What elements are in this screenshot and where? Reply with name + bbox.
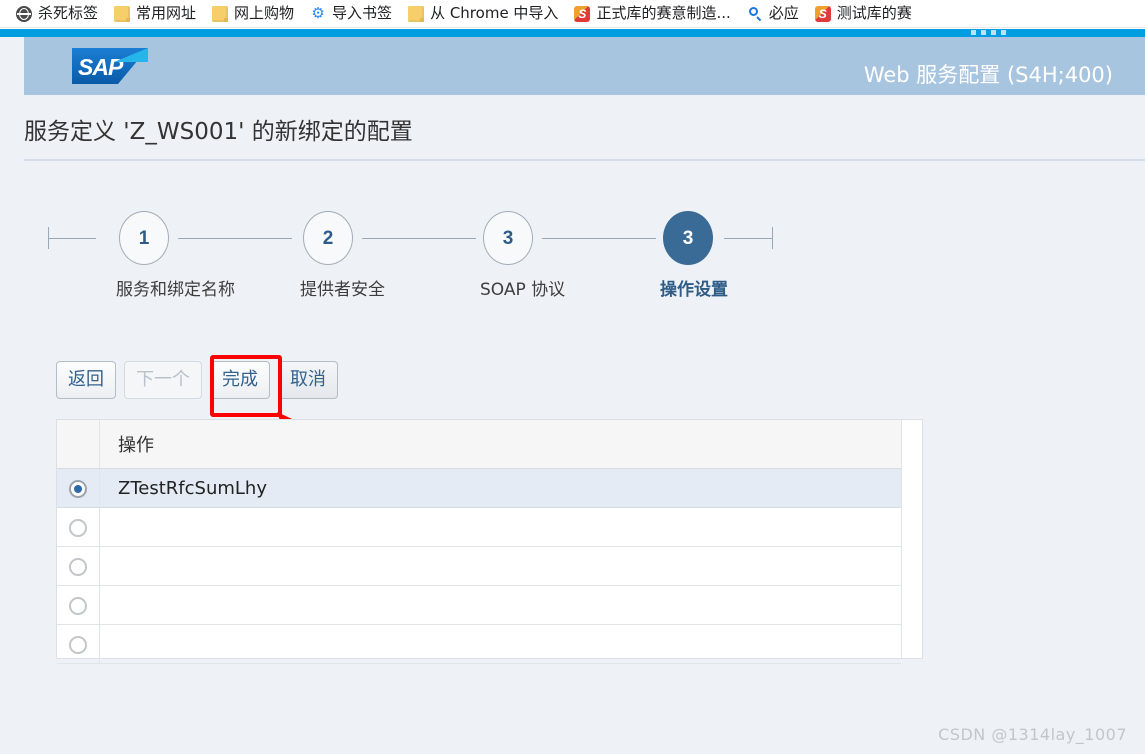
cancel-button[interactable]: 取消 (278, 361, 338, 399)
operations-table-grid: 操作 ZTestRfcSumLhy (57, 420, 902, 664)
wizard-step-number: 3 (483, 211, 533, 265)
finish-button[interactable]: 完成 (210, 361, 270, 399)
bookmark-item-6[interactable]: 必应 (739, 4, 807, 24)
wizard-step-number: 3 (663, 211, 713, 265)
bookmark-item-2[interactable]: 网上购物 (204, 4, 302, 24)
table-vertical-scrollbar[interactable] (901, 420, 922, 658)
shell-header: SAP Web 服务配置 (S4H;400) (24, 37, 1145, 95)
roadmap-connector (362, 238, 476, 239)
application-title: Web 服务配置 (S4H;400) (863, 63, 1113, 87)
row-operation-cell: ZTestRfcSumLhy (99, 468, 902, 508)
sap-shortcut-icon (574, 5, 591, 22)
bookmark-item-4[interactable]: 从 Chrome 中导入 (400, 4, 566, 24)
sap-logo: SAP (72, 48, 148, 84)
table-row[interactable]: ZTestRfcSumLhy (57, 468, 902, 508)
bookmark-label: 正式库的赛意制造... (596, 4, 731, 22)
wizard-step-1[interactable]: 1 服务和绑定名称 (116, 211, 235, 300)
shell-accent-bar (0, 29, 1145, 37)
row-select-cell[interactable] (57, 585, 100, 625)
table-row[interactable] (57, 507, 902, 547)
bookmark-item-5[interactable]: 正式库的赛意制造... (566, 4, 738, 24)
bookmark-label: 必应 (768, 4, 799, 22)
sap-application-shell: SAP Web 服务配置 (S4H;400) 服务定义 'Z_WS001' 的新… (0, 29, 1145, 754)
operations-table: 操作 ZTestRfcSumLhy (56, 419, 923, 664)
wizard-step-2[interactable]: 2 提供者安全 (300, 211, 385, 300)
browser-bookmarks-bar: 杀死标签 常用网址 网上购物 ⚙ 导入书签 从 Chrome 中导入 正式库的赛… (0, 0, 1145, 28)
watermark: CSDN @1314lay_1007 (938, 725, 1127, 744)
wizard-button-toolbar: 返回 下一个 完成 取消 (56, 361, 338, 399)
table-header-row: 操作 (57, 420, 902, 469)
wizard-step-label: 服务和绑定名称 (116, 280, 235, 300)
next-button: 下一个 (124, 361, 202, 399)
row-operation-cell (99, 585, 902, 625)
row-operation-cell (99, 507, 902, 547)
table-row[interactable] (57, 546, 902, 586)
roadmap-connector (542, 238, 656, 239)
page-title: 服务定义 'Z_WS001' 的新绑定的配置 (24, 119, 413, 145)
bookmark-label: 杀死标签 (38, 4, 99, 22)
bookmark-label: 导入书签 (332, 4, 393, 22)
select-column-header (57, 420, 100, 469)
row-radio-button[interactable] (69, 479, 87, 498)
wizard-step-number: 2 (303, 211, 353, 265)
bookmark-item-1[interactable]: 常用网址 (106, 4, 204, 24)
roadmap-end-cap (772, 227, 773, 249)
bookmark-label: 从 Chrome 中导入 (430, 4, 559, 22)
folder-icon (114, 5, 131, 22)
row-operation-cell (99, 624, 902, 664)
row-radio-button[interactable] (69, 596, 87, 615)
row-radio-button[interactable] (69, 557, 87, 576)
bookmark-label: 测试库的赛 (836, 4, 912, 22)
roadmap-connector (48, 238, 96, 239)
row-select-cell[interactable] (57, 546, 100, 586)
search-icon (747, 6, 763, 22)
wizard-step-4[interactable]: 3 操作设置 (660, 211, 728, 300)
wizard-step-3[interactable]: 3 SOAP 协议 (480, 211, 566, 300)
sap-shortcut-icon (814, 5, 831, 22)
row-select-cell[interactable] (57, 624, 100, 664)
globe-icon (16, 5, 32, 22)
bookmark-item-7[interactable]: 测试库的赛 (807, 4, 920, 24)
row-operation-cell (99, 546, 902, 586)
operation-column-header: 操作 (99, 420, 902, 469)
page-title-bar: 服务定义 'Z_WS001' 的新绑定的配置 (0, 103, 1145, 155)
wizard-roadmap: 1 服务和绑定名称 2 提供者安全 3 SOAP 协议 3 操作设置 (48, 199, 798, 309)
roadmap-connector (178, 238, 292, 239)
bookmark-label: 网上购物 (234, 4, 295, 22)
title-separator (24, 159, 1145, 161)
logo-cyan-wedge (114, 48, 148, 62)
row-select-cell[interactable] (57, 507, 100, 547)
row-radio-button[interactable] (69, 518, 87, 537)
table-row[interactable] (57, 624, 902, 664)
folder-icon (212, 5, 229, 22)
folder-icon (408, 5, 425, 22)
wizard-step-label: 提供者安全 (300, 280, 385, 300)
gear-icon: ⚙ (311, 4, 325, 22)
table-row[interactable] (57, 585, 902, 625)
bookmark-item-0[interactable]: 杀死标签 (8, 4, 106, 24)
back-button[interactable]: 返回 (56, 361, 116, 399)
row-select-cell[interactable] (57, 468, 100, 508)
shell-indicator-dots (971, 30, 1006, 35)
wizard-step-number: 1 (119, 211, 169, 265)
wizard-step-label: 操作设置 (660, 280, 728, 300)
roadmap-connector (724, 238, 772, 239)
bookmark-label: 常用网址 (136, 4, 197, 22)
row-radio-button[interactable] (69, 635, 87, 654)
bookmark-item-3[interactable]: ⚙ 导入书签 (302, 4, 400, 24)
wizard-step-label: SOAP 协议 (480, 280, 566, 300)
